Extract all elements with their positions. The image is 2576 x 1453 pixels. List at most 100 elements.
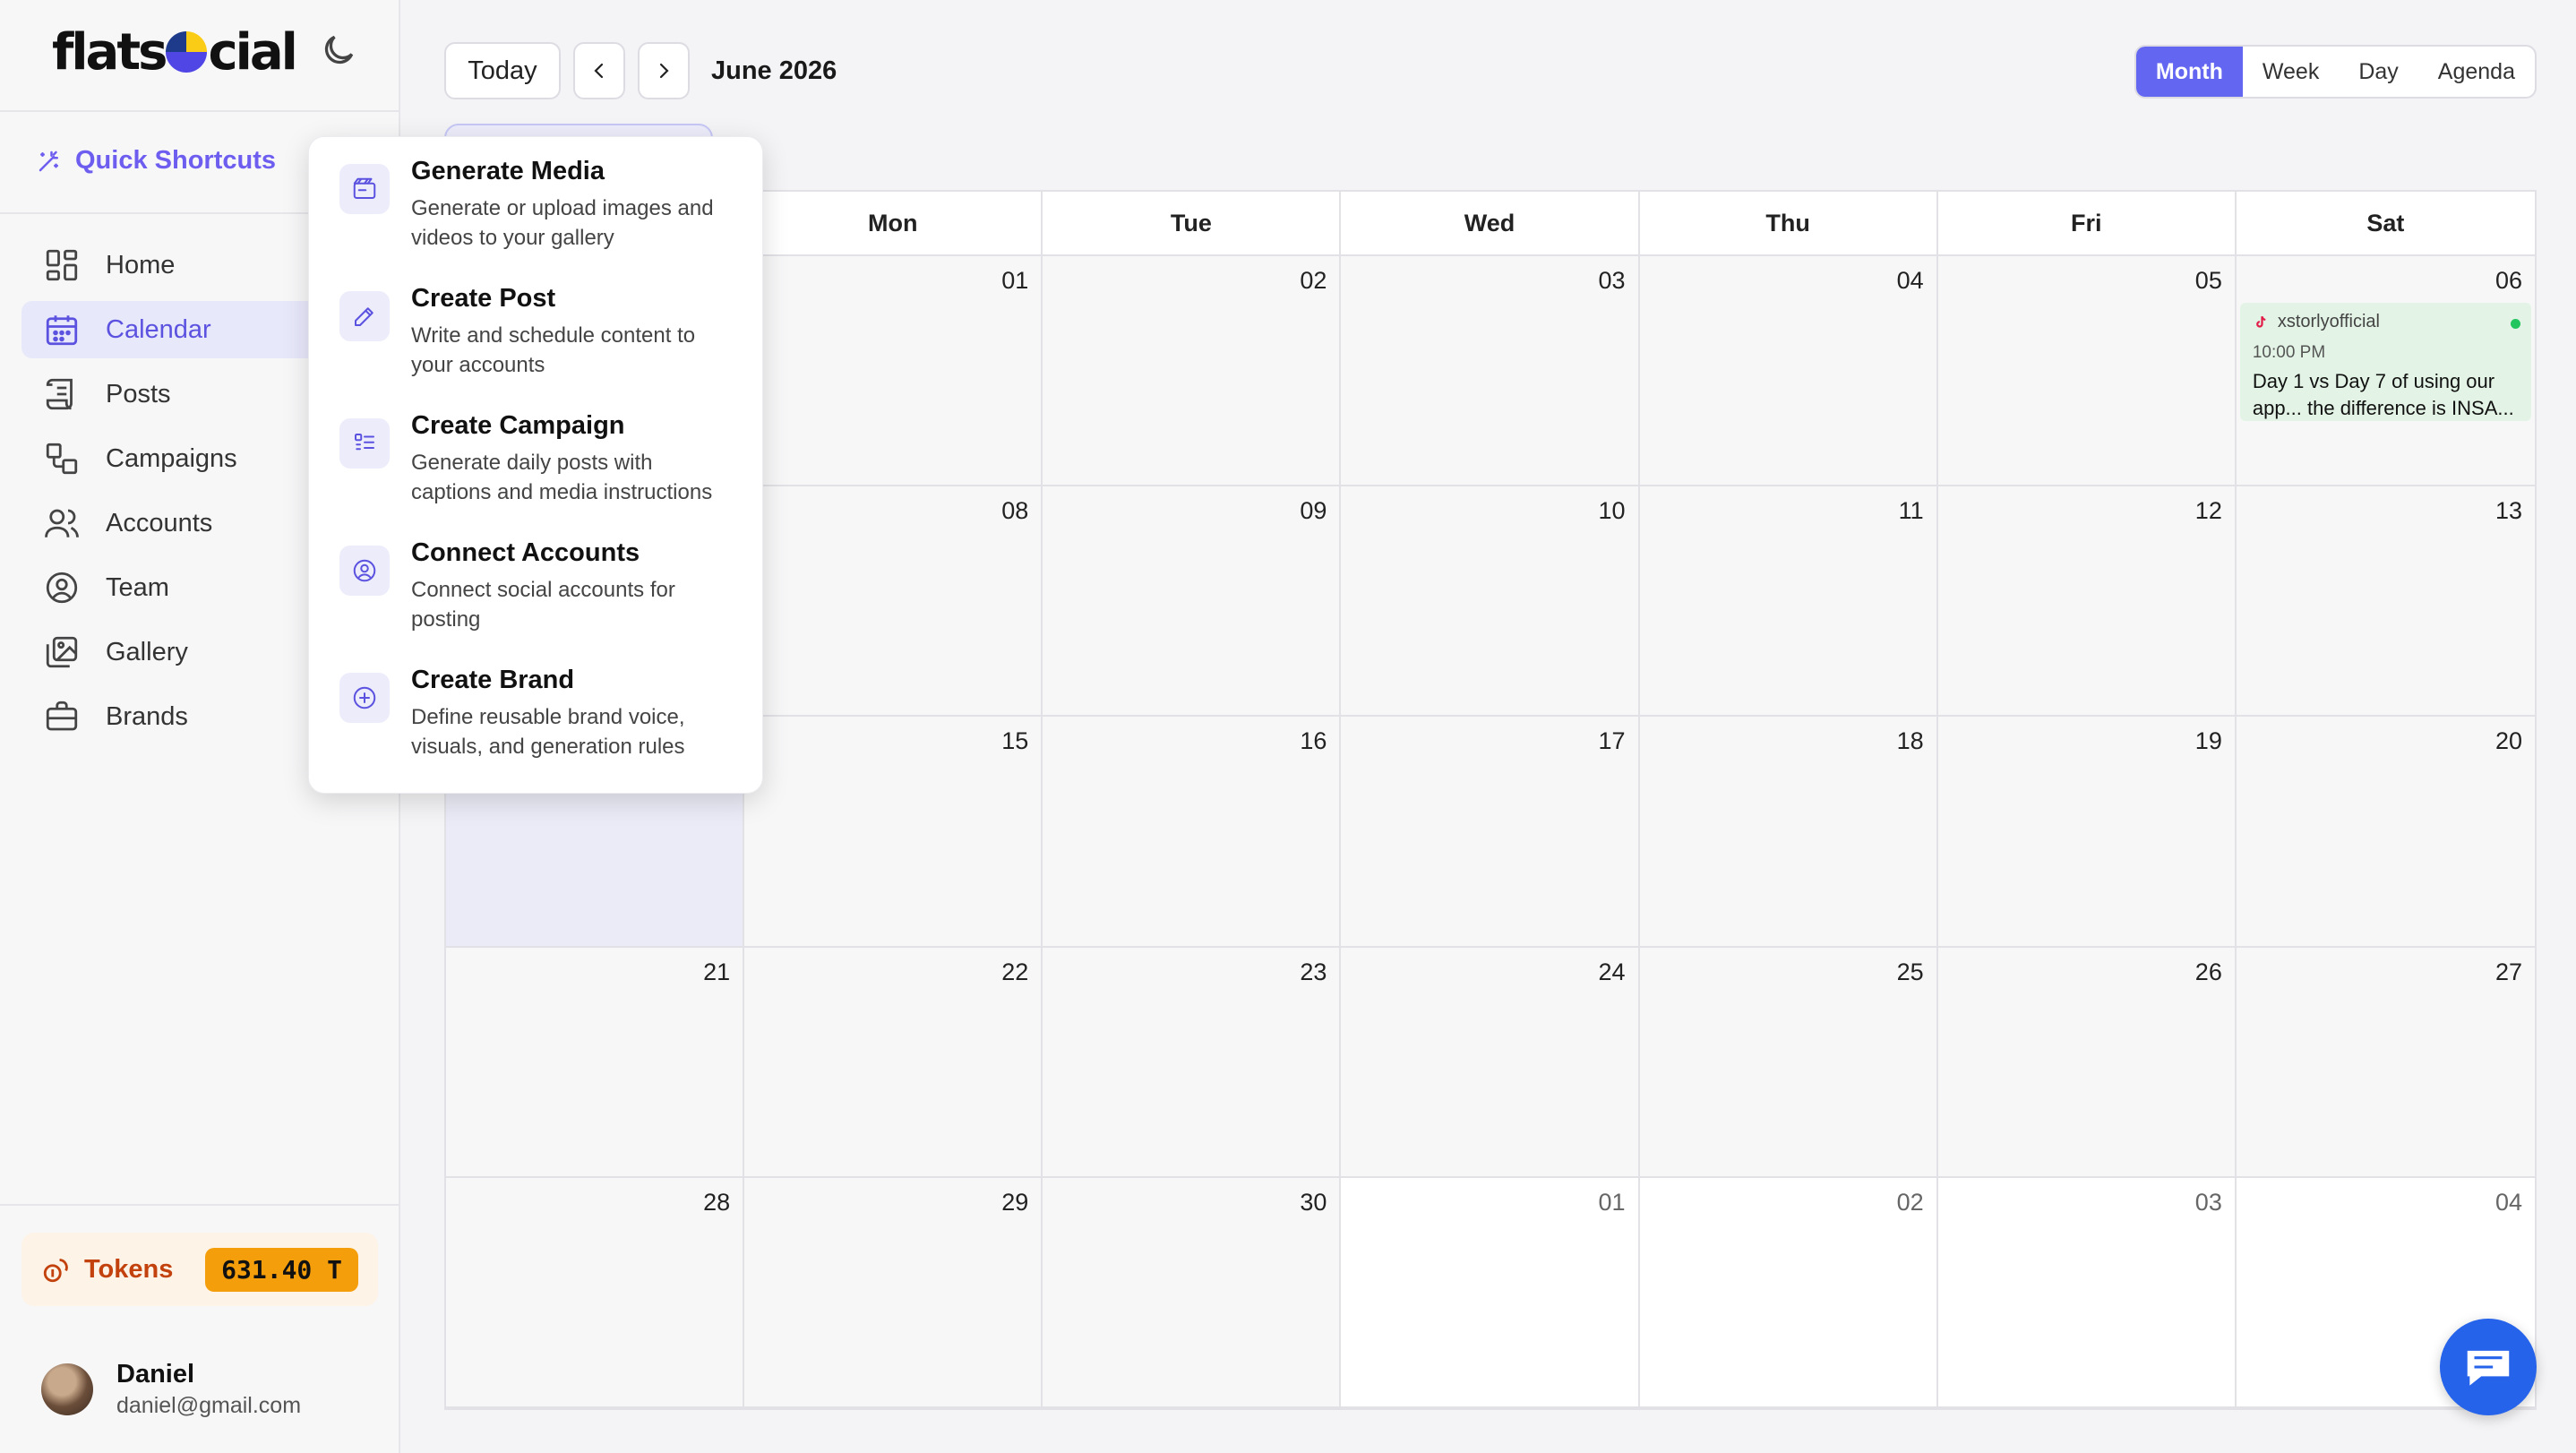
quick-shortcuts-button[interactable]: Quick Shortcuts: [36, 146, 276, 176]
next-month-button[interactable]: [638, 42, 690, 99]
moon-icon[interactable]: [319, 30, 358, 70]
day-cell[interactable]: 13: [2236, 486, 2535, 718]
weekday-fri: Fri: [1938, 192, 2237, 254]
day-cell[interactable]: 25: [1639, 947, 1938, 1178]
day-cell[interactable]: 17: [1341, 717, 1640, 948]
day-number: 04: [2494, 1188, 2522, 1216]
day-number: 02: [1300, 267, 1327, 294]
day-cell[interactable]: 20: [2236, 717, 2535, 948]
gallery-icon: [46, 636, 78, 668]
day-cell[interactable]: 01: [744, 256, 1043, 487]
day-number: 21: [703, 958, 731, 985]
day-cell[interactable]: 28: [446, 1177, 745, 1408]
day-number: 09: [1300, 497, 1327, 525]
day-cell[interactable]: 19: [1937, 717, 2237, 948]
brand-logo[interactable]: flats cial: [52, 23, 298, 82]
day-number: 16: [1300, 727, 1327, 755]
shortcut-create-brand[interactable]: Create Brand Define reusable brand voice,…: [309, 666, 762, 793]
day-cell[interactable]: 11: [1639, 486, 1938, 718]
shortcut-title: Connect Accounts: [411, 538, 640, 567]
shortcut-connect-accounts[interactable]: Connect Accounts Connect social accounts …: [309, 538, 762, 666]
weekday-tue: Tue: [1043, 192, 1342, 254]
day-cell[interactable]: 22: [744, 947, 1043, 1178]
users-icon: [45, 509, 79, 537]
chevron-right-icon: [659, 63, 669, 79]
day-cell[interactable]: 21: [446, 947, 745, 1178]
quick-shortcuts-label: Quick Shortcuts: [75, 146, 276, 175]
calendar-toolbar: Today June 2026: [444, 42, 837, 99]
day-cell[interactable]: 06 xstorlyofficial 10:00 PM Day 1 vs Day 7 …: [2236, 256, 2535, 487]
user-circle-icon: [46, 572, 78, 604]
status-dot: [2510, 319, 2520, 329]
chat-button[interactable]: [2440, 1319, 2537, 1415]
day-number: 03: [1598, 267, 1626, 294]
weekday-wed: Wed: [1341, 192, 1640, 254]
month-title: June 2026: [711, 56, 837, 85]
prev-month-button[interactable]: [573, 42, 625, 99]
campaign-icon: [46, 443, 78, 475]
tokens-widget[interactable]: Tokens 631.40 T: [21, 1233, 378, 1306]
user-name: Daniel: [116, 1360, 195, 1389]
weekday-sat: Sat: [2366, 209, 2405, 236]
shortcut-create-post[interactable]: Create Post Write and schedule content to…: [309, 284, 762, 411]
avatar: [41, 1363, 93, 1415]
today-button[interactable]: Today: [444, 42, 561, 99]
day-number: 06: [2494, 267, 2522, 294]
view-agenda-button[interactable]: Agenda: [2418, 47, 2535, 97]
view-day-button[interactable]: Day: [2339, 47, 2417, 97]
day-cell[interactable]: 12: [1937, 486, 2237, 718]
day-number: 10: [1598, 497, 1626, 525]
day-cell[interactable]: 18: [1639, 717, 1938, 948]
day-number: 12: [2194, 497, 2222, 525]
day-cell[interactable]: 29: [744, 1177, 1043, 1408]
day-number: 20: [2494, 727, 2522, 755]
day-number: 08: [1001, 497, 1029, 525]
shortcut-description: Generate daily posts with captions and m…: [411, 451, 713, 504]
view-switcher: Month Week Day Agenda: [2134, 45, 2537, 99]
day-cell[interactable]: 02: [1639, 1177, 1938, 1408]
day-cell[interactable]: 10: [1341, 486, 1640, 718]
event-account-name: xstorlyofficial: [2277, 312, 2380, 331]
tokens-value: 631.40 T: [205, 1247, 358, 1292]
day-cell[interactable]: 08: [744, 486, 1043, 718]
chat-bubble-icon: [2467, 1350, 2510, 1386]
day-number: 01: [1598, 1188, 1626, 1216]
view-month-button[interactable]: Month: [2135, 47, 2243, 97]
day-number: 29: [1001, 1188, 1029, 1216]
day-cell[interactable]: 04: [1639, 256, 1938, 487]
scheduled-post-event[interactable]: xstorlyofficial 10:00 PM Day 1 vs Day 7 of…: [2239, 303, 2531, 421]
shortcut-description: Write and schedule content to your accou…: [411, 323, 696, 377]
day-number: 03: [2194, 1188, 2222, 1216]
shortcut-generate-media[interactable]: Generate Media Generate or upload images …: [309, 157, 762, 284]
day-cell[interactable]: 26: [1937, 947, 2237, 1178]
grid-icon: [46, 249, 78, 281]
shortcut-description: Generate or upload images and videos to …: [411, 196, 714, 250]
shortcut-title: Create Campaign: [411, 411, 625, 440]
day-number: 27: [2494, 958, 2522, 985]
day-cell[interactable]: 09: [1043, 486, 1342, 718]
day-cell[interactable]: 02: [1043, 256, 1342, 487]
scroll-icon: [46, 378, 73, 410]
day-cell[interactable]: 27: [2236, 947, 2535, 1178]
shortcut-description: Connect social accounts for posting: [411, 578, 675, 632]
view-week-button[interactable]: Week: [2243, 47, 2339, 97]
day-cell[interactable]: 05: [1937, 256, 2237, 487]
weekday-mon: Mon: [744, 192, 1043, 254]
chevron-left-icon: [594, 63, 604, 79]
logo-row: flats cial: [0, 0, 399, 112]
day-cell[interactable]: 24: [1341, 947, 1640, 1178]
day-number: 18: [1896, 727, 1924, 755]
quick-shortcuts-menu: Generate Media Generate or upload images …: [308, 136, 763, 794]
day-cell[interactable]: 03: [1937, 1177, 2237, 1408]
user-profile[interactable]: Daniel daniel@gmail.com: [41, 1360, 301, 1419]
day-cell[interactable]: 15: [744, 717, 1043, 948]
day-cell[interactable]: 01: [1341, 1177, 1640, 1408]
day-cell[interactable]: 30: [1043, 1177, 1342, 1408]
day-number: 13: [2494, 497, 2522, 525]
day-number: 19: [2194, 727, 2222, 755]
day-cell[interactable]: 03: [1341, 256, 1640, 487]
day-cell[interactable]: 23: [1043, 947, 1342, 1178]
logo-o-mark: [166, 31, 208, 73]
day-cell[interactable]: 16: [1043, 717, 1342, 948]
shortcut-create-campaign[interactable]: Create Campaign Generate daily posts with…: [309, 411, 762, 538]
